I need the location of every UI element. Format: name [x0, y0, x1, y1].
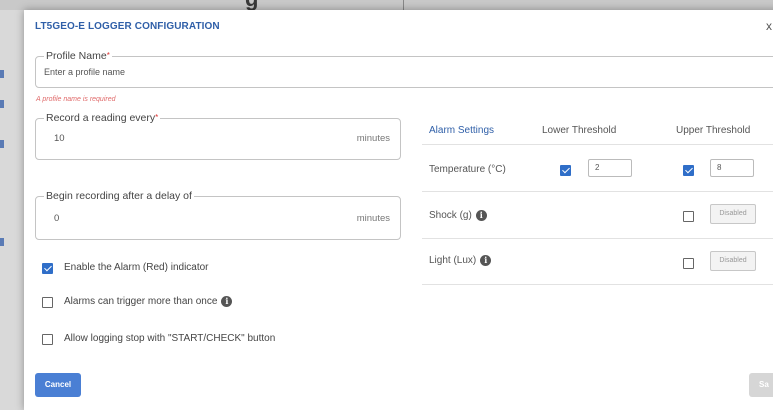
- profile-name-field[interactable]: Profile Name*: [35, 50, 773, 88]
- allow-logging-stop-label: Allow logging stop with "START/CHECK" bu…: [64, 333, 276, 344]
- record-interval-label: Record a reading every*: [46, 112, 159, 124]
- dialog-title: LT5GEO-E LOGGER CONFIGURATION: [35, 21, 220, 32]
- record-interval-field[interactable]: Record a reading every* 10 minutes: [35, 112, 401, 160]
- cancel-button[interactable]: Cancel: [35, 373, 81, 397]
- shock-upper-checkbox[interactable]: [683, 211, 694, 222]
- table-divider: [422, 144, 773, 145]
- background-divider: [403, 0, 404, 10]
- background-edge-mark: [0, 140, 4, 148]
- info-icon[interactable]: i: [475, 210, 487, 221]
- record-interval-value[interactable]: 10: [54, 133, 65, 144]
- table-divider: [422, 191, 773, 192]
- close-icon[interactable]: x: [766, 19, 772, 33]
- light-row-label: Light (Lux) i: [429, 255, 492, 266]
- profile-name-error: A profile name is required: [36, 96, 116, 103]
- enable-alarm-indicator-checkbox[interactable]: [42, 263, 53, 274]
- temperature-lower-checkbox[interactable]: [560, 165, 571, 176]
- temperature-upper-input[interactable]: 8: [710, 159, 754, 177]
- logger-configuration-dialog: LT5GEO-E LOGGER CONFIGURATION x Profile …: [24, 10, 773, 410]
- alarms-multiple-trigger-label: Alarms can trigger more than once i: [64, 296, 233, 307]
- start-delay-field[interactable]: Begin recording after a delay of 0 minut…: [35, 190, 401, 240]
- background-edge-mark: [0, 238, 4, 246]
- lower-threshold-header: Lower Threshold: [542, 125, 617, 136]
- start-delay-label: Begin recording after a delay of: [46, 190, 192, 202]
- light-upper-checkbox[interactable]: [683, 258, 694, 269]
- profile-name-input[interactable]: [44, 67, 344, 77]
- allow-logging-stop-checkbox[interactable]: [42, 334, 53, 345]
- temperature-row-label: Temperature (°C): [429, 164, 506, 175]
- alarm-settings-header: Alarm Settings: [429, 125, 495, 136]
- shock-row-label: Shock (g) i: [429, 210, 487, 221]
- background-topbar: [0, 0, 773, 10]
- start-delay-value[interactable]: 0: [54, 213, 59, 224]
- alarms-multiple-trigger-checkbox[interactable]: [42, 297, 53, 308]
- info-icon[interactable]: i: [221, 296, 233, 307]
- temperature-upper-checkbox[interactable]: [683, 165, 694, 176]
- upper-threshold-header: Upper Threshold: [676, 125, 751, 136]
- profile-name-label: Profile Name*: [46, 50, 110, 62]
- save-button[interactable]: Sa: [749, 373, 773, 397]
- background-edge-mark: [0, 70, 4, 78]
- start-delay-unit: minutes: [356, 213, 390, 224]
- table-divider: [422, 238, 773, 239]
- light-upper-disabled-button: Disabled: [710, 251, 756, 271]
- record-interval-unit: minutes: [356, 133, 390, 144]
- table-divider: [422, 284, 773, 285]
- shock-upper-disabled-button: Disabled: [710, 204, 756, 224]
- info-icon[interactable]: i: [480, 255, 492, 266]
- temperature-lower-input[interactable]: 2: [588, 159, 632, 177]
- enable-alarm-indicator-label: Enable the Alarm (Red) indicator: [64, 262, 209, 273]
- background-edge-mark: [0, 100, 4, 108]
